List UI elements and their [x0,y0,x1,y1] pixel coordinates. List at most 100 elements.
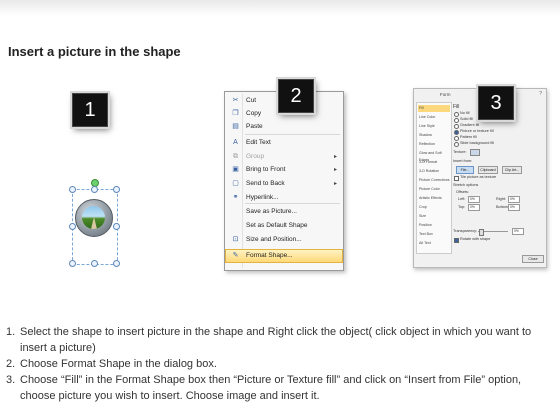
fill-option-label: Gradient fill [460,123,480,127]
transparency-input[interactable]: 0% [512,228,524,235]
fill-radio[interactable] [454,112,459,117]
resize-handle-e[interactable] [113,223,120,230]
fill-radio[interactable] [454,124,459,129]
step-badge-3: 3 [478,86,514,120]
fill-option-label: Picture or texture fill [460,129,494,133]
offset-left-input[interactable]: 0% [468,196,480,203]
instruction-step: 3. Choose “Fill” in the Format Shape box … [6,372,558,404]
dialog-nav-item[interactable]: 3-D Rotation [418,168,450,175]
resize-handle-s[interactable] [91,260,98,267]
offset-right-label: Right: [496,197,506,201]
format-shape-icon: ✎ [232,252,239,259]
send-back-icon: ▢ [232,180,239,187]
instruction-number: 2. [6,358,16,370]
dialog-nav-item[interactable]: Reflection [418,141,450,148]
edit-text-icon: A [233,139,238,146]
transparency-label: Transparency: [453,229,478,233]
offset-top-label: Top: [458,205,466,209]
dialog-nav-item[interactable]: Picture Color [418,186,450,193]
stretch-label: Stretch options [453,183,479,187]
selected-shape[interactable] [64,179,122,267]
offset-right-input[interactable]: 0% [508,196,520,203]
rotate-checkbox[interactable] [454,238,459,243]
dialog-nav-item[interactable]: 3-D Format [418,159,450,166]
insert-clipart-button[interactable]: Clip Art... [502,166,522,174]
resize-handle-n[interactable] [91,186,98,193]
offset-bottom-input[interactable]: 0% [508,204,520,211]
menu-item-label: Send to Back [246,180,285,187]
dialog-nav-item[interactable]: Line Color [418,114,450,121]
bring-front-icon: ▣ [232,166,239,173]
paste-icon: ▤ [232,123,239,130]
dialog-close-button[interactable]: Close [522,255,544,263]
instruction-number: 1. [6,326,16,338]
menu-item-set-as-default-shape[interactable]: Set as Default Shape [226,220,342,232]
context-menu: ✂ Cut ❐ Copy ▤ Paste A Edit Text ⧉ Group ▸ ▣ Bring t… [224,91,344,271]
fill-radio[interactable] [454,136,459,141]
menu-item-label: Size and Position... [246,236,302,243]
texture-picker[interactable] [470,149,480,156]
menu-separator [245,203,340,204]
menu-item-paste[interactable]: ▤ Paste [226,121,342,133]
menu-item-label: Edit Text [246,139,271,146]
resize-handle-nw[interactable] [69,186,76,193]
step-badge-1: 1 [72,93,108,127]
menu-item-group[interactable]: ⧉ Group ▸ [226,151,342,163]
offset-top-input[interactable]: 0% [468,204,480,211]
instruction-step: 2. Choose Format Shape in the dialog box. [6,356,558,372]
instruction-step: 1. Select the shape to insert picture in … [6,324,558,356]
transparency-knob[interactable] [479,229,484,236]
fill-option-label: Slide background fill [460,141,494,145]
road-graphic [91,217,97,229]
menu-blank-icon [230,221,241,231]
submenu-arrow-icon: ▸ [333,181,337,187]
resize-handle-ne[interactable] [113,186,120,193]
fill-panel: Fill No fill Solid fill Gradient fill Pictu… [452,102,543,252]
fill-radio[interactable] [454,142,459,147]
menu-item-format-shape[interactable]: ✎ Format Shape... [225,249,343,263]
dialog-nav-item[interactable]: Alt Text [418,240,450,247]
dialog-nav-item[interactable]: Picture Corrections [418,177,450,184]
dialog-nav-item[interactable]: Artistic Effects [418,195,450,202]
group-icon: ⧉ [233,153,238,160]
menu-item-save-as-picture[interactable]: Save as Picture... [226,206,342,218]
dialog-nav-item[interactable]: Line Style [418,123,450,130]
dialog-nav-item[interactable]: Text Box [418,231,450,238]
menu-item-label: Cut [246,97,257,104]
dialog-nav-item[interactable]: Position [418,222,450,229]
dialog-help-button[interactable]: ? [539,91,542,97]
insert-file-button[interactable]: File... [456,166,474,174]
dialog-nav-item[interactable]: Size [418,213,450,220]
fill-option-label: No fill [460,111,470,115]
rotate-label: Rotate with shape [460,237,491,241]
shape-picture [82,206,105,229]
resize-handle-se[interactable] [113,260,120,267]
menu-item-label: Bring to Front [246,166,286,173]
dialog-nav-item[interactable]: Shadow [418,132,450,139]
insert-clipboard-button[interactable]: Clipboard [478,166,498,174]
menu-item-size-and-position[interactable]: ⊡ Size and Position... [226,234,342,246]
instruction-text: Choose Format Shape in the dialog box. [20,358,217,370]
instruction-text: Select the shape to insert picture in th… [20,326,532,354]
submenu-arrow-icon: ▸ [333,154,337,160]
dialog-nav-item[interactable]: Fill [418,105,450,112]
dialog-nav-item[interactable]: Crop [418,204,450,211]
resize-handle-sw[interactable] [69,260,76,267]
resize-handle-w[interactable] [69,223,76,230]
dialog-title: Form [440,92,451,97]
menu-item-label: Format Shape... [246,252,293,259]
insert-from-label: Insert from: [453,159,473,163]
fill-radio[interactable] [454,130,459,135]
menu-blank-icon [230,207,241,217]
fill-radio[interactable] [454,118,459,123]
instruction-number: 3. [6,374,16,386]
menu-item-bring-to-front[interactable]: ▣ Bring to Front ▸ [226,164,342,176]
tile-checkbox[interactable] [454,176,459,181]
instructions: 1. Select the shape to insert picture in … [6,324,558,404]
menu-item-send-to-back[interactable]: ▢ Send to Back ▸ [226,178,342,190]
offsets-label: Offsets: [456,190,470,194]
size-position-icon: ⊡ [232,236,239,243]
tile-label: Tile picture as texture [460,175,497,179]
menu-item-edit-text[interactable]: A Edit Text [226,137,342,149]
dialog-nav-item[interactable]: Glow and Soft Edges [418,150,450,162]
